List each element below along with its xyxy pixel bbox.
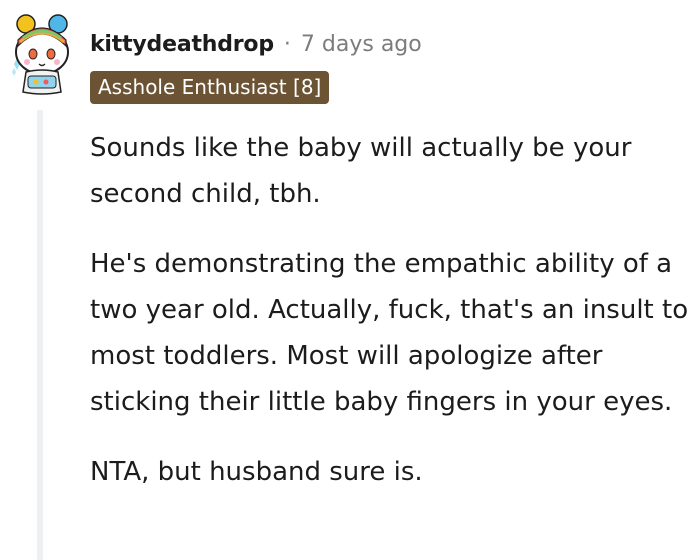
comment-paragraph: NTA, but husband sure is. — [90, 457, 423, 487]
comment-paragraph: He's demonstrating the empathic ability … — [90, 249, 689, 417]
user-flair-badge: Asshole Enthusiast [8] — [90, 71, 330, 104]
comment: kittydeathdrop · 7 days ago Asshole Enth… — [0, 0, 700, 560]
comment-timestamp[interactable]: 7 days ago — [301, 32, 422, 57]
separator-dot: · — [283, 31, 291, 57]
user-avatar-icon[interactable] — [6, 14, 76, 96]
thread-collapse-line[interactable] — [37, 110, 43, 560]
comment-body: Sounds like the baby will actually be yo… — [90, 125, 690, 519]
comment-paragraph: Sounds like the baby will actually be yo… — [90, 133, 632, 209]
comment-header: kittydeathdrop · 7 days ago — [90, 26, 422, 62]
username-link[interactable]: kittydeathdrop — [90, 32, 274, 57]
